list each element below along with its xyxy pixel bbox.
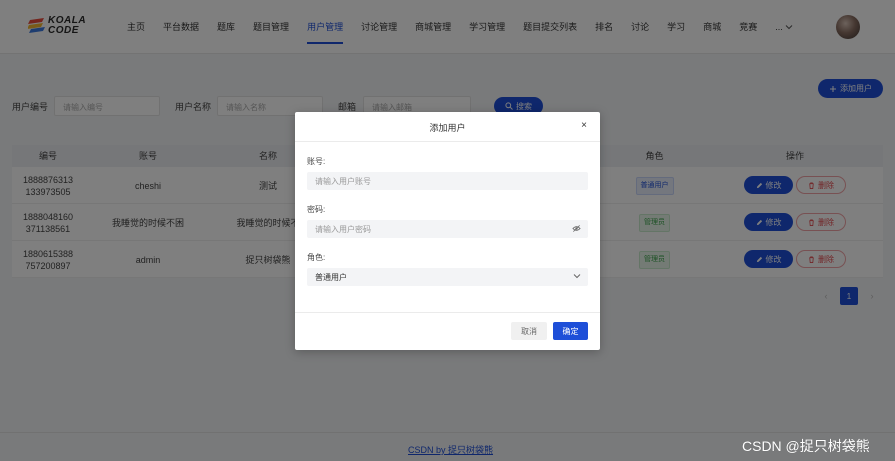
role-select[interactable]: 普通用户 [307, 268, 588, 286]
dialog-title: 添加用户 [429, 123, 466, 133]
role-select-value: 普通用户 [315, 273, 347, 282]
password-input[interactable]: 请输入用户密码 [307, 220, 588, 238]
csdn-watermark: CSDN @捉只树袋熊 [742, 438, 870, 454]
close-icon[interactable]: × [579, 120, 589, 131]
cancel-button[interactable]: 取消 [511, 322, 547, 340]
chevron-down-icon [573, 274, 581, 279]
password-placeholder: 请输入用户密码 [315, 225, 371, 234]
password-label: 密码: [307, 205, 326, 214]
account-input[interactable]: 请输入用户账号 [307, 172, 588, 190]
add-user-dialog: 添加用户 × 账号: 请输入用户账号 密码: 请输入用户密码 角色: 普通用户 [295, 112, 600, 350]
account-label: 账号: [307, 157, 326, 166]
dialog-header-divider [295, 141, 600, 142]
dialog-footer-divider [295, 312, 600, 313]
eye-off-icon[interactable] [572, 224, 581, 233]
role-label: 角色: [307, 253, 326, 262]
confirm-button[interactable]: 确定 [553, 322, 588, 340]
